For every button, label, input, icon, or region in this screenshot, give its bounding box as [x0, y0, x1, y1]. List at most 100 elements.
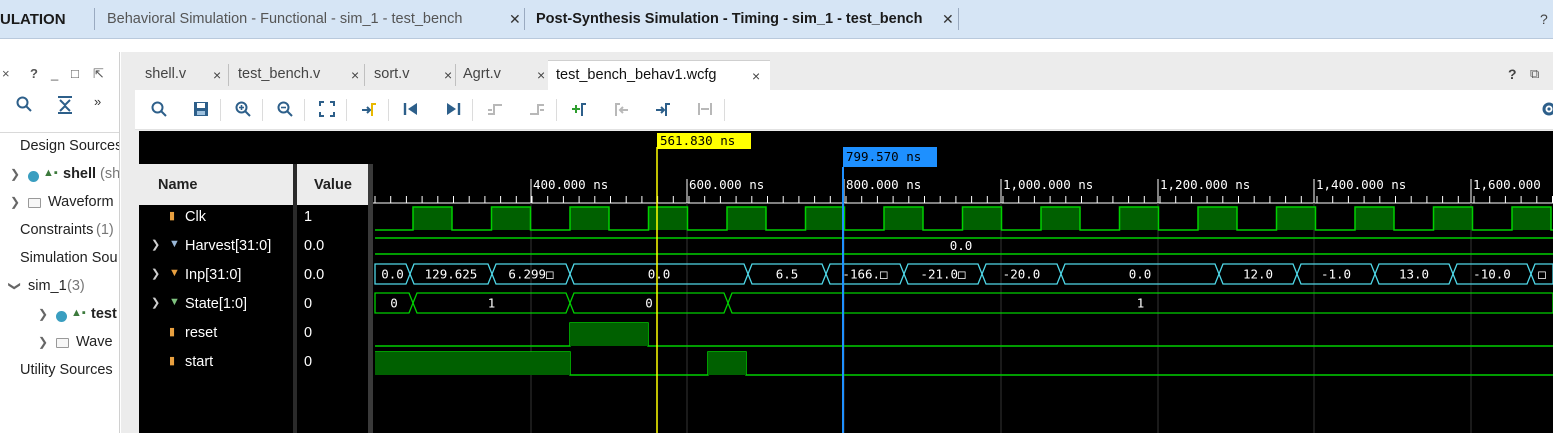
value-column-header[interactable]: Value — [297, 164, 368, 205]
chevron-right-icon[interactable]: ❯ — [38, 307, 48, 321]
tab-sort-v[interactable]: sort.v × — [365, 60, 455, 90]
tab-behavioral-simulation[interactable]: Behavioral Simulation - Functional - sim… — [107, 0, 521, 39]
go-to-cursor-icon[interactable] — [361, 101, 377, 122]
toolbar-divider — [472, 99, 473, 121]
bus-value-label: 0 — [645, 296, 653, 311]
search-icon[interactable] — [16, 96, 32, 117]
start-high-pulse — [708, 352, 746, 375]
help-icon[interactable]: ? — [1508, 66, 1517, 82]
time-tick-label: 1,000.000 ns — [1003, 177, 1093, 192]
tab-post-synthesis-simulation[interactable]: Post-Synthesis Simulation - Timing - sim… — [536, 0, 956, 39]
signal-value: 0 — [304, 296, 313, 312]
zoom-in-icon[interactable] — [235, 101, 251, 122]
save-icon[interactable] — [193, 101, 209, 122]
settings-icon[interactable] — [1541, 101, 1553, 122]
signal-name: Clk — [185, 209, 206, 225]
tab-label: Agrt.v — [463, 66, 501, 82]
clock-high-phase — [1119, 207, 1159, 230]
search-icon[interactable] — [151, 101, 167, 122]
signal-name: Harvest[31:0] — [185, 238, 272, 254]
waveform-canvas[interactable]: 561.830 ns 799.570 ns 400.000 ns 600.000 … — [373, 131, 1553, 433]
tab-shell-v[interactable]: shell.v × — [139, 60, 227, 90]
signal-value: 0 — [304, 325, 313, 341]
tab-test-bench-v[interactable]: test_bench.v × — [229, 60, 363, 90]
bus-value-label: 0.0 — [1129, 267, 1152, 282]
chevron-right-icon[interactable]: ❯ — [151, 238, 160, 251]
next-marker-icon[interactable] — [655, 101, 671, 122]
bus-value-label: -1.0 — [1321, 267, 1351, 282]
name-column-header[interactable]: Name — [139, 164, 293, 205]
clock-high-phase — [1276, 207, 1316, 230]
chevron-right-icon[interactable]: ❯ — [10, 195, 20, 209]
clock-high-phase — [491, 207, 531, 230]
sources-panel: × ? _ □ ⇱ » Design Sources ❯ ▲▪ shell (s… — [0, 52, 120, 433]
waveform-toolbar — [135, 90, 1553, 130]
bus-value-label: 1 — [1137, 296, 1145, 311]
tab-agrt-v[interactable]: Agrt.v × — [456, 60, 548, 90]
add-marker-icon[interactable] — [571, 101, 587, 122]
simulation-tab-bar: ULATION Behavioral Simulation - Function… — [0, 0, 1553, 39]
clock-high-phase — [570, 207, 609, 230]
column-splitter[interactable] — [293, 164, 297, 433]
restore-icon[interactable]: □ — [71, 66, 79, 81]
go-to-last-time-icon[interactable] — [445, 101, 461, 122]
close-icon[interactable]: ✕ — [942, 11, 954, 28]
toolbar-divider — [220, 99, 221, 121]
signal-name: State[1:0] — [185, 296, 248, 312]
toolbar-divider — [556, 99, 557, 121]
help-icon[interactable]: ? — [1540, 11, 1548, 27]
close-icon[interactable]: ✕ — [509, 11, 521, 28]
close-icon[interactable]: × — [351, 67, 359, 83]
restore-icon[interactable]: ⧉ — [1530, 66, 1539, 82]
chevron-right-icon[interactable]: ❯ — [10, 167, 20, 181]
bus-value-label: 0.0 — [950, 238, 973, 253]
bus-value-label: 1 — [488, 296, 496, 311]
signal-value: 0.0 — [304, 267, 325, 283]
clk-waveform — [375, 206, 1553, 231]
tree-item-label: Constraints — [20, 222, 94, 238]
tab-label: shell.v — [145, 66, 187, 82]
collapse-all-icon[interactable] — [57, 96, 73, 119]
tab-test-bench-behav1-wcfg[interactable]: test_bench_behav1.wcfg × — [548, 60, 770, 90]
swap-cursors-icon[interactable] — [697, 101, 713, 122]
help-icon[interactable]: ? — [30, 66, 38, 81]
chevron-right-icon[interactable]: ❯ — [151, 296, 160, 309]
close-icon[interactable]: × — [444, 67, 452, 83]
go-to-time-0-icon[interactable] — [403, 101, 419, 122]
chevron-right-icon[interactable]: ❯ — [38, 335, 48, 349]
previous-marker-icon[interactable] — [613, 101, 629, 122]
close-icon[interactable]: × — [213, 67, 221, 83]
state-waveform: 0 1 0 1 — [374, 292, 1553, 314]
panel-splitter[interactable] — [121, 52, 135, 433]
bus-signal-icon: ▼ — [169, 267, 180, 279]
tree-item-label: Waveform — [48, 194, 114, 210]
close-icon[interactable]: × — [752, 68, 760, 84]
zoom-fit-icon[interactable] — [319, 101, 335, 122]
close-icon[interactable]: × — [2, 66, 10, 81]
time-tick-label: 1,200.000 ns — [1160, 177, 1250, 192]
bit-signal-icon: ▮ — [169, 326, 176, 338]
bus-signal-icon: ▼ — [169, 296, 180, 308]
clock-high-phase — [648, 207, 688, 230]
next-transition-icon[interactable] — [529, 101, 545, 122]
close-icon[interactable]: × — [537, 67, 545, 83]
clock-high-phase — [884, 207, 923, 230]
time-tick-label: 1,600.000 — [1473, 177, 1541, 192]
tab-divider — [94, 8, 95, 30]
minimize-icon[interactable]: _ — [51, 66, 58, 81]
toolbar-divider — [388, 99, 389, 121]
folder-icon — [28, 198, 41, 208]
zoom-out-icon[interactable] — [277, 101, 293, 122]
signal-value: 1 — [304, 209, 313, 225]
chevron-down-icon[interactable]: ❯ — [8, 281, 22, 291]
signal-value: 0.0 — [304, 238, 325, 254]
previous-transition-icon[interactable] — [487, 101, 503, 122]
reset-waveform — [375, 322, 1553, 347]
more-icon[interactable]: » — [94, 94, 101, 109]
hierarchy-icon: ▲▪ — [43, 167, 58, 179]
waveform-viewer[interactable]: Name Value ▮ Clk 1 ❯ ▼ Harvest[31:0] 0.0… — [139, 131, 1553, 433]
float-icon[interactable]: ⇱ — [93, 66, 104, 82]
chevron-right-icon[interactable]: ❯ — [151, 267, 160, 280]
tab-label: Behavioral Simulation - Functional - sim… — [107, 11, 463, 27]
tree-item-label: Design Sources — [20, 138, 120, 154]
